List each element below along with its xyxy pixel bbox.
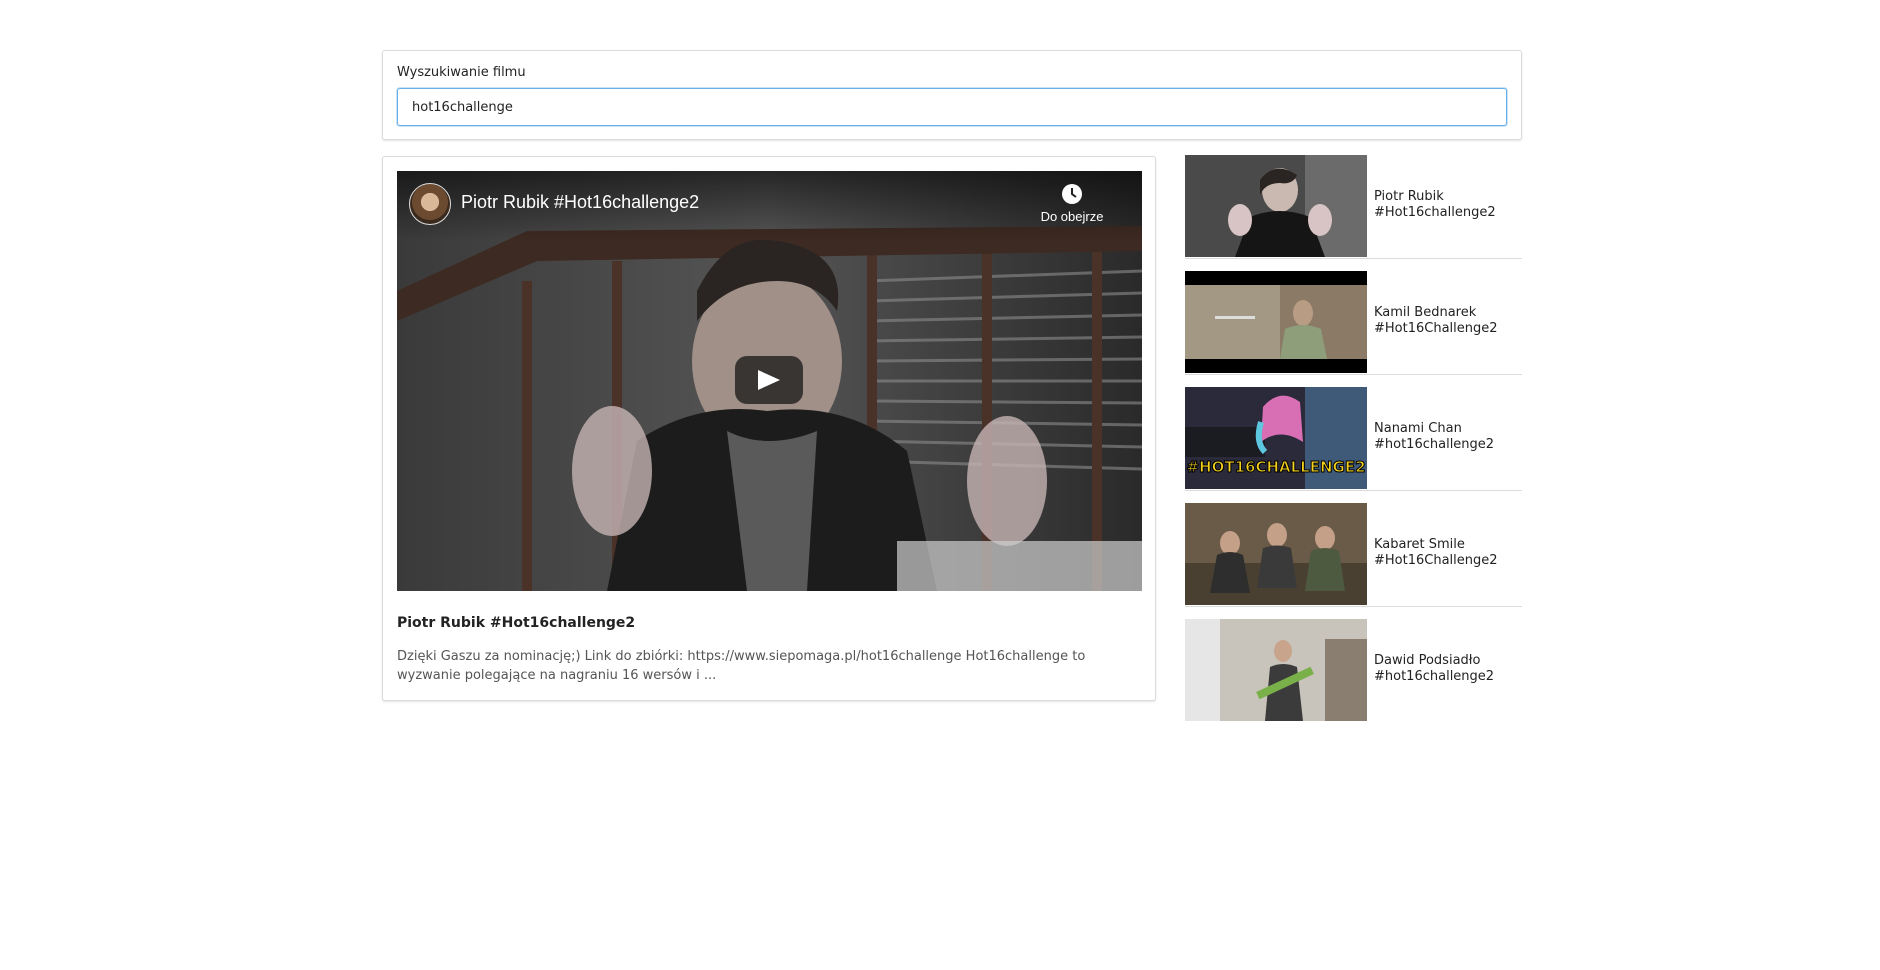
play-button[interactable] (735, 356, 803, 404)
related-title[interactable]: Kabaret Smile #Hot16Challenge2 (1374, 537, 1522, 569)
player-title[interactable]: Piotr Rubik #Hot16challenge2 (461, 192, 699, 213)
related-item[interactable]: Kabaret Smile #Hot16Challenge2 (1185, 503, 1522, 607)
related-item[interactable]: Piotr Rubik #Hot16challenge2 (1185, 155, 1522, 259)
search-input[interactable] (397, 88, 1507, 126)
thumb-overlay-text: #HOT16CHALLENGE2 (1186, 458, 1365, 476)
related-title[interactable]: Nanami Chan #hot16challenge2 (1374, 421, 1522, 453)
play-icon (758, 370, 780, 390)
video-thumbnail[interactable] (1185, 155, 1367, 257)
video-description: Dzięki Gaszu za nominację;) Link do zbió… (397, 649, 1086, 683)
search-card: Wyszukiwanie filmu (382, 50, 1522, 140)
video-thumbnail[interactable] (1185, 503, 1367, 605)
video-thumbnail[interactable] (1185, 619, 1367, 721)
video-thumbnail[interactable]: #HOT16CHALLENGE2 (1185, 387, 1367, 489)
related-item[interactable]: Kamil Bednarek #Hot16Challenge2 (1185, 271, 1522, 375)
related-item[interactable]: Dawid Podsiadło #hot16challenge2 (1185, 619, 1522, 722)
video-title: Piotr Rubik #Hot16challenge2 (397, 615, 636, 631)
related-title[interactable]: Piotr Rubik #Hot16challenge2 (1374, 189, 1522, 221)
related-item[interactable]: #HOT16CHALLENGE2 Nanami Chan #hot16chall… (1185, 387, 1522, 491)
clock-icon (1062, 184, 1082, 204)
main-video-card: Piotr Rubik #Hot16challenge2 Do obejrze … (382, 156, 1156, 701)
video-thumbnail[interactable] (1185, 271, 1367, 373)
channel-avatar[interactable] (409, 183, 451, 225)
search-label: Wyszukiwanie filmu (397, 65, 526, 80)
related-title[interactable]: Kamil Bednarek #Hot16Challenge2 (1374, 305, 1522, 337)
related-title[interactable]: Dawid Podsiadło #hot16challenge2 (1374, 653, 1522, 685)
watch-later-button[interactable]: Do obejrze (1032, 183, 1112, 224)
watch-later-label: Do obejrze (1040, 209, 1104, 224)
video-player[interactable]: Piotr Rubik #Hot16challenge2 Do obejrze (397, 171, 1142, 591)
related-videos-list: Piotr Rubik #Hot16challenge2 Kamil Bedna… (1185, 155, 1522, 734)
